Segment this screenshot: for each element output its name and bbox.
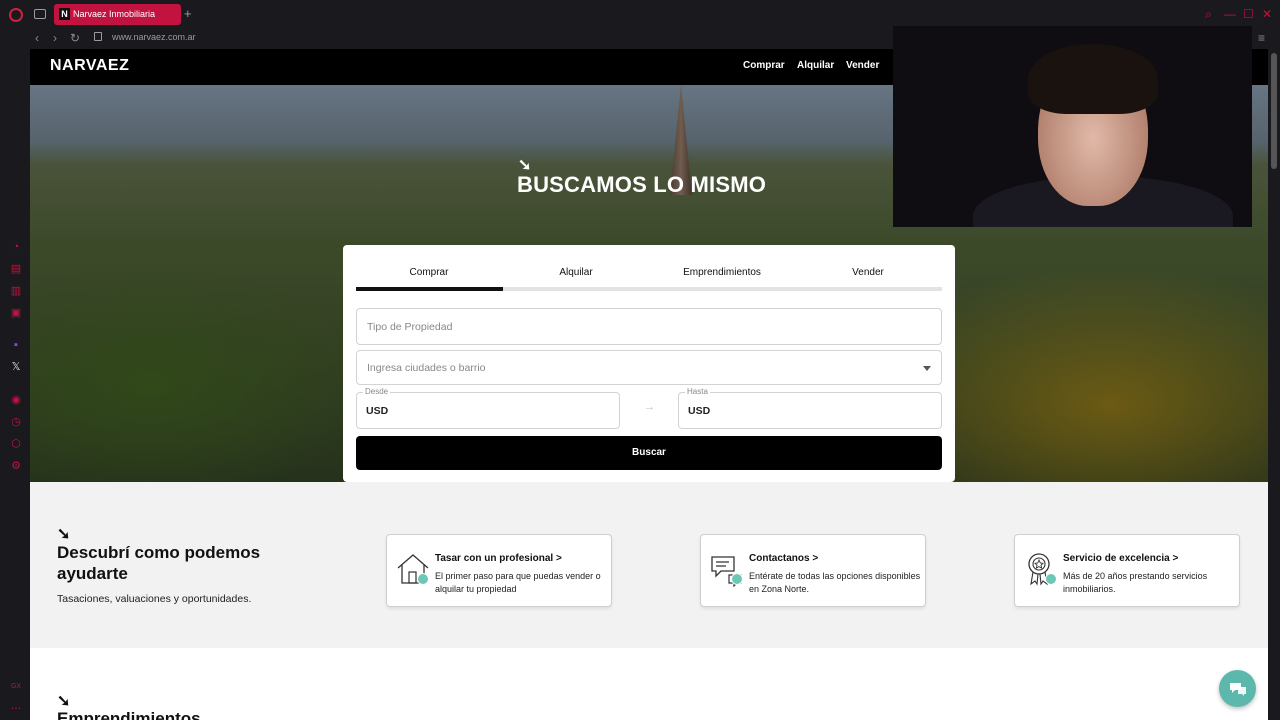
badge-icon <box>731 573 743 585</box>
new-tab-button[interactable]: + <box>184 7 192 20</box>
lock-icon <box>94 32 102 41</box>
x-icon[interactable]: 𝕏 <box>10 361 22 373</box>
tab-alquilar[interactable]: Alquilar <box>503 267 649 278</box>
tab-emprendimientos[interactable]: Emprendimientos <box>649 267 795 278</box>
favicon: N <box>59 8 70 20</box>
service-title: Contactanos > <box>749 553 819 564</box>
nav-comprar[interactable]: Comprar <box>743 60 785 71</box>
tab-vender[interactable]: Vender <box>795 267 941 278</box>
service-card-contacto[interactable]: Contactanos > Entérate de todas las opci… <box>700 534 926 607</box>
price-from-label: Desde <box>363 387 391 396</box>
menu-icon[interactable]: ≡ <box>1258 31 1265 45</box>
location-placeholder: Ingresa ciudades o barrio <box>367 362 486 374</box>
scroll-thumb[interactable] <box>1271 53 1277 169</box>
search-button[interactable]: Buscar <box>356 436 942 470</box>
service-desc: Más de 20 años prestando servicios inmob… <box>1063 571 1208 594</box>
site-logo[interactable]: NARVAEZ <box>50 57 129 75</box>
price-from-field[interactable]: USD <box>356 392 620 429</box>
emprendimientos-title: Emprendimientos <box>57 709 201 720</box>
settings-icon[interactable]: ⚙ <box>10 460 22 472</box>
badge-icon <box>1045 573 1057 585</box>
service-card-excelencia[interactable]: Servicio de excelencia > Más de 20 años … <box>1014 534 1240 607</box>
opera-menu-icon[interactable] <box>9 8 23 22</box>
service-title: Tasar con un profesional > <box>435 553 562 564</box>
page-scrollbar[interactable] <box>1268 49 1280 720</box>
services-arrow-icon: ➘ <box>57 526 71 543</box>
chat-button[interactable] <box>1219 670 1256 707</box>
maximize-icon[interactable]: ☐ <box>1243 8 1254 20</box>
tab-comprar[interactable]: Comprar <box>356 267 502 278</box>
ai-icon[interactable]: ◔ <box>10 241 22 253</box>
chat-icon <box>1230 683 1246 696</box>
forward-icon[interactable]: › <box>53 31 57 45</box>
location-select[interactable]: Ingresa ciudades o barrio <box>356 350 942 385</box>
price-from-currency: USD <box>366 405 389 417</box>
search-icon[interactable]: ⌕ <box>1205 8 1212 20</box>
price-to-currency: USD <box>688 405 711 417</box>
webcam-overlay <box>893 26 1252 227</box>
nav-vender[interactable]: Vender <box>846 60 879 71</box>
player-icon[interactable]: ◉ <box>10 394 22 406</box>
tab-switcher-icon[interactable] <box>34 9 46 19</box>
services-title: Descubrí como podemos ayudarte <box>57 543 261 583</box>
more-icon[interactable]: … <box>10 700 22 712</box>
tab-bar: N Narvaez Inmobiliaria + ⌕ — ☐ ✕ <box>0 0 1280 28</box>
twitch-icon[interactable]: ▪ <box>10 339 22 351</box>
messenger-icon[interactable]: ▣ <box>10 307 22 319</box>
shopping-icon[interactable]: ▤ <box>10 263 22 275</box>
price-to-field[interactable]: USD <box>678 392 942 429</box>
tab-title: Narvaez Inmobiliaria <box>73 9 156 19</box>
minimize-icon[interactable]: — <box>1224 8 1236 20</box>
extensions-icon[interactable]: ⬡ <box>10 438 22 450</box>
service-title: Servicio de excelencia > <box>1063 553 1179 564</box>
service-desc: El primer paso para que puedas vender o … <box>435 571 601 594</box>
search-card: Comprar Alquilar Emprendimientos Vender … <box>343 245 955 482</box>
url-field[interactable]: www.narvaez.com.ar <box>112 32 196 42</box>
emprendimientos-section: ➘ Emprendimientos <box>30 648 1268 720</box>
reload-icon[interactable]: ↻ <box>70 31 80 45</box>
emprendimientos-arrow-icon: ➘ <box>57 693 71 710</box>
crypto-wallet-icon[interactable]: ▥ <box>10 285 22 297</box>
back-icon[interactable]: ‹ <box>35 31 39 45</box>
nav-alquilar[interactable]: Alquilar <box>797 60 834 71</box>
price-to-label: Hasta <box>685 387 710 396</box>
badge-icon <box>417 573 429 585</box>
range-arrow-icon: → <box>644 401 655 413</box>
gx-icon[interactable]: GX <box>10 681 22 693</box>
service-desc: Entérate de todas las opciones disponibl… <box>749 571 921 594</box>
history-icon[interactable]: ◷ <box>10 416 22 428</box>
service-card-tasar[interactable]: Tasar con un profesional > El primer pas… <box>386 534 612 607</box>
services-subtitle: Tasaciones, valuaciones y oportunidades. <box>57 593 252 605</box>
property-type-field[interactable]: Tipo de Propiedad <box>356 308 942 345</box>
close-icon[interactable]: ✕ <box>1262 8 1272 20</box>
caret-down-icon <box>923 366 931 371</box>
browser-tab[interactable]: N Narvaez Inmobiliaria <box>54 4 181 25</box>
services-section: ➘ Descubrí como podemos ayudarte Tasacio… <box>30 482 1268 648</box>
hero-title: BUSCAMOS LO MISMO <box>517 172 767 197</box>
property-type-placeholder: Tipo de Propiedad <box>367 321 453 333</box>
browser-sidebar: ◔ ▤ ▥ ▣ ▪ 𝕏 ◉ ◷ ⬡ ⚙ GX … <box>0 50 30 720</box>
active-tab-indicator <box>356 287 503 291</box>
